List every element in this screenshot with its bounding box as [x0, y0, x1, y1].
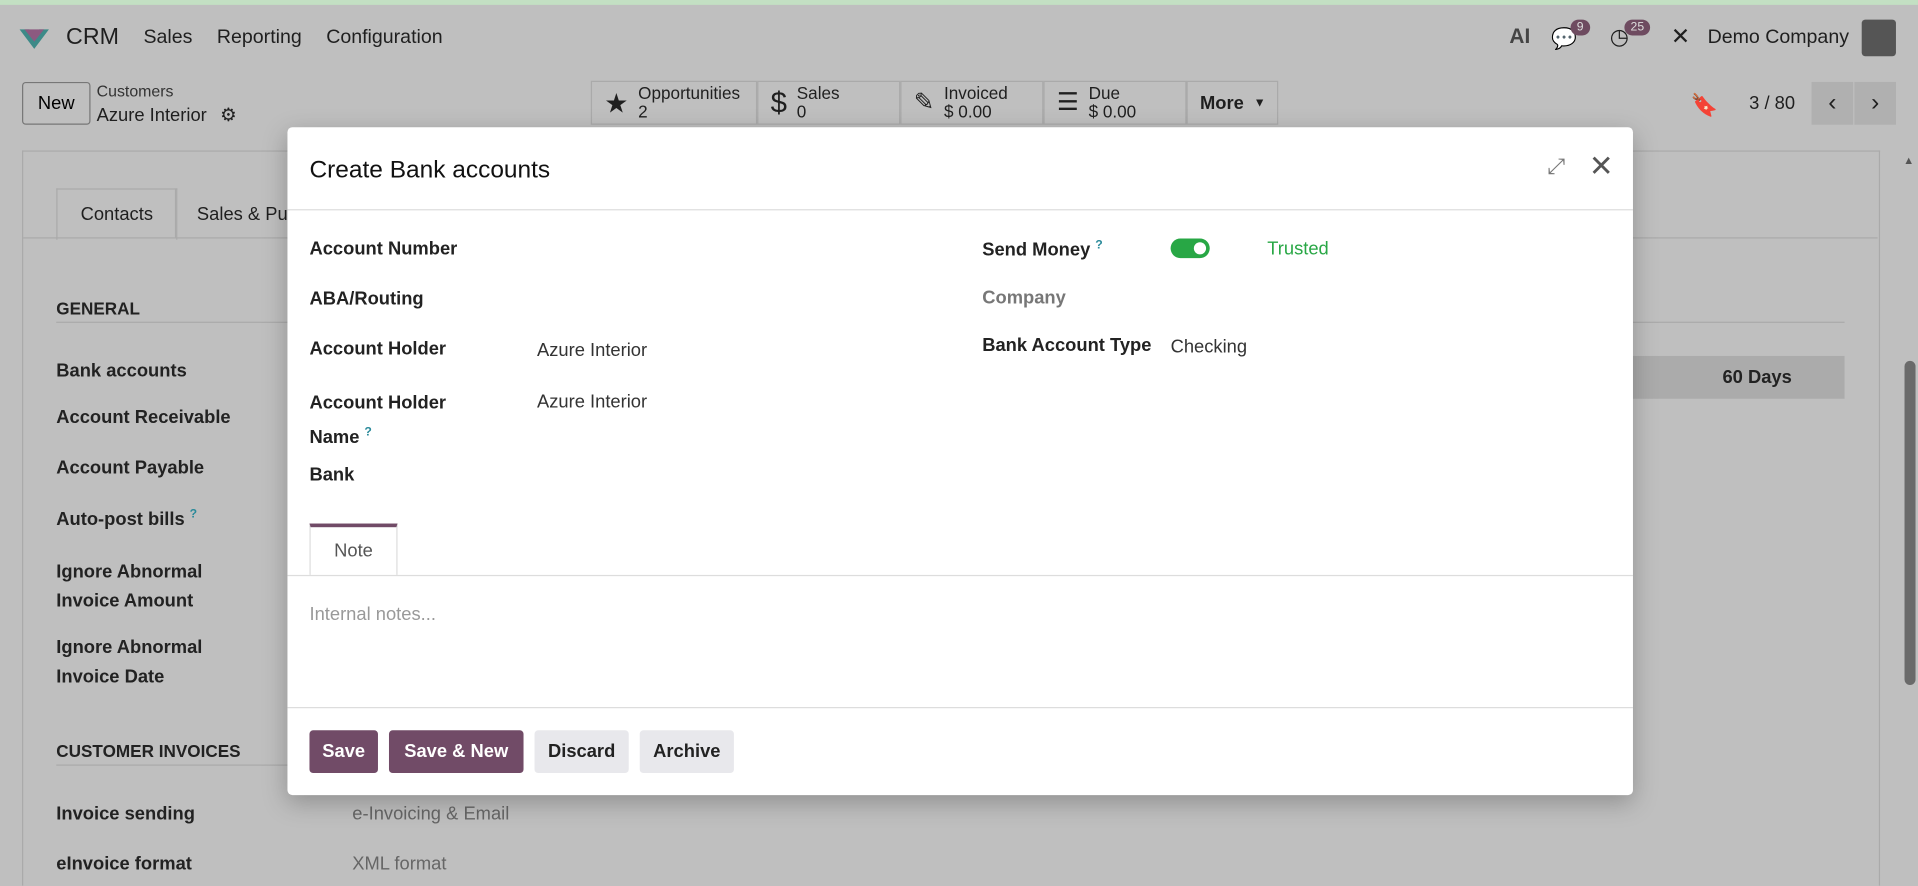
account-holder-name-input[interactable]: Azure Interior — [537, 391, 647, 412]
tab-sales-purchase[interactable]: Sales & Pu — [197, 204, 288, 225]
stat-value: $ 0.00 — [944, 101, 992, 122]
tab-divider — [287, 574, 1633, 577]
stat-due[interactable]: ☰ Due $ 0.00 — [1043, 80, 1187, 125]
scroll-up-icon[interactable]: ▲ — [1903, 154, 1914, 166]
main-navbar: CRM Sales Reporting Configuration — [17, 24, 443, 51]
company-switcher[interactable]: Demo Company — [1708, 27, 1849, 49]
record-name: Azure Interior — [96, 105, 207, 126]
crm-logo-icon — [19, 29, 49, 49]
stat-opportunities[interactable]: ★ Opportunities 2 — [590, 80, 758, 125]
label-text: Send Money — [982, 239, 1091, 261]
stat-sales[interactable]: $ Sales 0 — [757, 80, 901, 125]
top-accent-bar — [0, 0, 1918, 5]
stat-label: Invoiced — [944, 83, 1008, 103]
label-bank: Bank — [309, 464, 355, 486]
breadcrumb-customers[interactable]: Customers — [97, 82, 174, 100]
help-icon[interactable]: ? — [1095, 239, 1102, 252]
help-icon[interactable]: ? — [190, 508, 197, 521]
pager-value[interactable]: 3 / 80 — [1749, 93, 1795, 114]
field-label: Auto-post bills — [56, 508, 185, 530]
section-divider — [56, 321, 289, 323]
stat-value: 2 — [638, 101, 648, 122]
stat-label: Opportunities — [638, 83, 741, 103]
field-auto-post-bills: Auto-post bills? — [56, 508, 197, 530]
tab-contacts[interactable]: Contacts — [56, 188, 178, 240]
account-holder-input[interactable]: Azure Interior — [537, 340, 647, 361]
stat-label: Sales — [796, 83, 840, 103]
section-divider — [56, 764, 289, 766]
messages-badge: 9 — [1570, 19, 1590, 36]
scrollbar-thumb[interactable] — [1904, 360, 1916, 685]
star-icon: ★ — [604, 87, 629, 119]
invoice-sending-value[interactable]: e-Invoicing & Email — [352, 804, 509, 825]
field-ignore-abnormal-amount: Ignore Abnormal Invoice Amount — [56, 561, 203, 612]
field-account-payable: Account Payable — [56, 457, 205, 479]
stat-label: Due — [1088, 83, 1120, 103]
app-name[interactable]: CRM — [66, 24, 119, 51]
menu-sales[interactable]: Sales — [143, 27, 192, 49]
dialog-title: Create Bank accounts — [309, 156, 551, 184]
caret-down-icon: ▼ — [1253, 96, 1266, 110]
bookmark-icon[interactable]: 🔖 — [1690, 93, 1717, 119]
gear-icon[interactable]: ⚙ — [220, 104, 236, 126]
send-money-toggle[interactable] — [1170, 238, 1210, 259]
stat-invoiced[interactable]: ✎ Invoiced $ 0.00 — [900, 80, 1044, 125]
save-button[interactable]: Save — [309, 730, 378, 774]
save-and-new-button[interactable]: Save & New — [388, 730, 524, 774]
internal-notes-editor[interactable]: Internal notes... — [309, 604, 435, 625]
discard-button[interactable]: Discard — [534, 730, 629, 774]
bank-input[interactable] — [537, 461, 941, 490]
label-company: Company — [982, 287, 1066, 309]
tab-separator — [174, 188, 177, 239]
user-avatar[interactable] — [1861, 19, 1896, 57]
menu-reporting[interactable]: Reporting — [217, 27, 302, 49]
header-divider — [287, 209, 1633, 211]
bank-account-type-select[interactable]: Checking — [1171, 336, 1248, 357]
ai-icon[interactable]: AI — [1509, 24, 1530, 48]
einvoice-format-value[interactable]: XML format — [352, 854, 446, 875]
label-bank-account-type: Bank Account Type — [982, 335, 1152, 356]
tools-icon[interactable]: ✕ — [1671, 23, 1690, 51]
menu-configuration[interactable]: Configuration — [326, 27, 442, 49]
field-ignore-abnormal-date: Ignore Abnormal Invoice Date — [56, 637, 203, 688]
label-account-holder: Account Holder — [309, 338, 447, 360]
help-icon[interactable]: ? — [364, 426, 371, 439]
section-customer-invoices: CUSTOMER INVOICES — [56, 741, 241, 761]
payment-term-label: 60 Days — [1722, 366, 1792, 388]
create-bank-account-dialog: Create Bank accounts ⤢ ✕ Account Number … — [287, 127, 1633, 796]
account-number-input[interactable] — [537, 235, 941, 264]
trusted-status: Trusted — [1267, 238, 1329, 260]
more-label: More — [1199, 92, 1244, 114]
label-text: Account Holder Name — [309, 392, 447, 448]
stat-value: 0 — [796, 101, 807, 122]
label-account-number: Account Number — [309, 238, 458, 260]
label-aba-routing: ABA/Routing — [309, 288, 424, 310]
field-einvoice-format: eInvoice format — [56, 853, 192, 875]
section-general: GENERAL — [56, 298, 140, 319]
field-bank-accounts: Bank accounts — [56, 360, 187, 382]
field-account-receivable: Account Receivable — [56, 407, 231, 429]
dollar-icon: $ — [770, 86, 787, 120]
aba-routing-input[interactable] — [537, 285, 941, 314]
pager-previous-button[interactable]: ‹ — [1811, 81, 1854, 125]
archive-button[interactable]: Archive — [639, 730, 734, 774]
footer-divider — [287, 707, 1633, 709]
field-invoice-sending: Invoice sending — [56, 803, 195, 825]
pager-next-button[interactable]: › — [1854, 81, 1896, 125]
label-account-holder-name: Account Holder Name? — [309, 389, 480, 453]
tab-note[interactable]: Note — [309, 523, 398, 575]
edit-invoice-icon: ✎ — [913, 88, 935, 116]
new-button[interactable]: New — [22, 81, 91, 125]
payment-term-stage[interactable]: 60 Days — [1632, 355, 1845, 399]
close-icon[interactable]: ✕ — [1589, 149, 1614, 184]
activities-badge: 25 — [1624, 19, 1651, 36]
label-send-money: Send Money? — [982, 239, 1102, 261]
list-icon: ☰ — [1056, 88, 1079, 116]
expand-icon[interactable]: ⤢ — [1547, 154, 1565, 180]
section-divider — [1632, 321, 1845, 323]
more-dropdown[interactable]: More ▼ — [1186, 80, 1279, 125]
stat-value: $ 0.00 — [1088, 101, 1137, 122]
